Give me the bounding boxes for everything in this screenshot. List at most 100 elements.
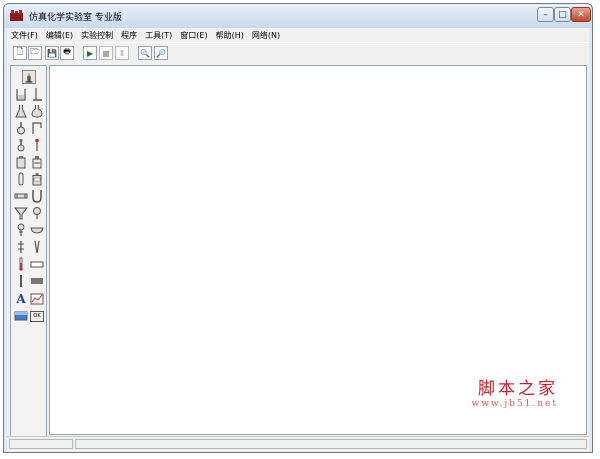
block-tool[interactable] [30,274,44,288]
watermark-text: 脚本之家 [478,379,558,399]
title-bar[interactable]: 仿真化学实验室 专业版 – □ ✕ [4,4,592,28]
rod-icon [20,275,22,287]
status-bar [7,436,589,452]
conical-flask-icon [15,105,27,118]
funnel-icon [14,207,28,220]
liquid-icon [14,311,28,321]
pause-icon: Ⅱ [120,48,124,58]
pause-button[interactable]: Ⅱ [115,46,129,60]
burner-icon [25,72,33,83]
menu-file[interactable]: 文件(F) [7,30,42,41]
flask-stopper-tool[interactable] [14,138,28,152]
separatory-funnel-tool[interactable] [30,206,44,220]
save-button[interactable]: 💾 [45,46,59,60]
tweezers-tool[interactable] [30,240,44,254]
bottle-icon [16,156,26,169]
beaker-tool[interactable] [14,87,28,101]
watermark-url: www.jb51.net [471,399,558,409]
tube-holder-icon [32,122,42,134]
menu-help[interactable]: 帮助(H) [212,30,248,41]
print-button[interactable]: 🖶 [60,46,74,60]
text-tool[interactable]: A [14,292,28,306]
apparatus-palette: A OK [10,65,47,439]
new-file-button[interactable]: 🗋 [13,46,27,60]
menu-network[interactable]: 网络(N) [248,30,284,41]
zoom-out-icon: 🔎 [156,48,166,58]
funnel-tool[interactable] [14,206,28,220]
stand-tool[interactable] [30,87,44,101]
gas-bottle-tool[interactable] [30,172,44,186]
maximize-button[interactable]: □ [554,7,571,22]
u-tube-tool[interactable] [30,189,44,203]
rod-tool[interactable] [14,274,28,288]
client-area: A OK 脚本之家 www.jb51.net [7,63,589,439]
thermometer-icon [19,257,23,271]
app-window: 仿真化学实验室 专业版 – □ ✕ 文件(F) 编辑(E) 实验控制 程序 工具… [3,3,593,453]
status-pane-1 [9,439,73,449]
app-logo-icon [10,10,23,21]
save-icon: 💾 [47,48,57,58]
clamp-tool[interactable] [14,240,28,254]
stop-icon: ■ [102,48,110,58]
flask-tool[interactable] [30,104,44,118]
open-folder-icon: 🗁 [30,47,40,56]
run-button[interactable]: ▶ [83,46,97,60]
minimize-button[interactable]: – [537,7,554,22]
play-icon: ▶ [86,48,94,58]
u-tube-icon [32,190,42,203]
menu-experiment-control[interactable]: 实验控制 [77,30,117,41]
reagent-bottle-icon [32,156,42,169]
toolbar: 🗋 🗁 💾 🖶 ▶ ■ Ⅱ 🔍 🔎 [7,42,589,65]
flask-icon [31,105,43,118]
ok-button-icon: OK [30,310,44,322]
glass-slide-tool[interactable] [30,257,44,271]
stand-icon [33,88,42,101]
clamp-icon [18,241,24,253]
experiment-canvas[interactable]: 脚本之家 www.jb51.net [49,65,587,435]
dropping-funnel-icon [17,223,25,236]
condenser-icon [14,193,28,199]
zoom-out-button[interactable]: 🔎 [154,46,168,60]
open-button[interactable]: 🗁 [28,46,42,60]
close-button[interactable]: ✕ [571,7,591,22]
zoom-in-button[interactable]: 🔍 [138,46,152,60]
condenser-tool[interactable] [14,189,28,203]
new-file-icon: 🗋 [16,47,24,56]
test-tube-icon [18,172,24,186]
dropper-icon [35,138,39,151]
menu-bar: 文件(F) 编辑(E) 实验控制 程序 工具(T) 窗口(E) 帮助(H) 网络… [7,28,589,42]
menu-window[interactable]: 窗口(E) [176,30,211,41]
block-icon [31,278,43,284]
dish-tool[interactable] [30,223,44,237]
glass-slide-icon [30,261,44,268]
flask-stopper-icon [17,139,25,152]
watermark: 脚本之家 www.jb51.net [471,374,558,409]
dropper-tool[interactable] [30,138,44,152]
dropping-funnel-tool[interactable] [14,223,28,237]
burner-tool[interactable] [22,70,36,84]
conical-flask-tool[interactable] [14,104,28,118]
zoom-in-icon: 🔍 [140,48,150,58]
printer-icon: 🖶 [63,47,71,56]
round-flask-tool[interactable] [14,121,28,135]
menu-edit[interactable]: 编辑(E) [42,30,77,41]
menu-program[interactable]: 程序 [117,30,141,41]
dish-icon [30,227,44,234]
chart-icon [30,293,44,305]
round-flask-icon [17,122,25,135]
text-icon: A [16,292,26,306]
chart-tool[interactable] [30,292,44,306]
menu-tools[interactable]: 工具(T) [141,30,176,41]
bottle-tool[interactable] [14,155,28,169]
test-tube-tool[interactable] [14,172,28,186]
gas-bottle-icon [32,173,42,186]
separatory-funnel-icon [33,207,41,219]
beaker-icon [16,89,26,101]
thermometer-tool[interactable] [14,257,28,271]
stop-button[interactable]: ■ [99,46,113,60]
tube-holder-tool[interactable] [30,121,44,135]
reagent-bottle-tool[interactable] [30,155,44,169]
ok-button-tool[interactable]: OK [30,309,44,323]
tweezers-icon [34,240,40,254]
liquid-tool[interactable] [14,309,28,323]
